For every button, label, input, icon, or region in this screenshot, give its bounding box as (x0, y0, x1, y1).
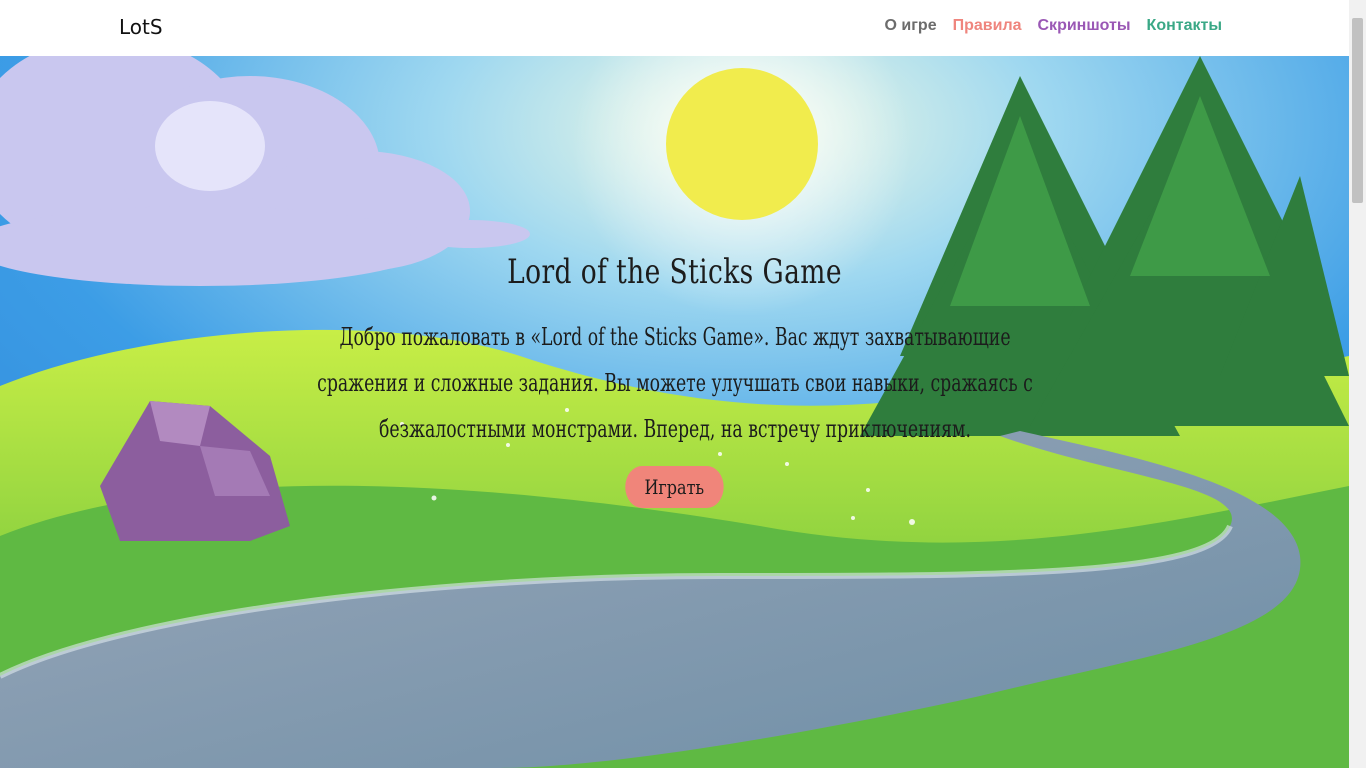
hero-description: Добро пожаловать в «Lord of the Sticks G… (317, 323, 1033, 443)
page-scrollbar[interactable] (1349, 0, 1366, 768)
nav-menu: О игре Правила Скриншоты Контакты (885, 17, 1222, 35)
nav-link-rules[interactable]: Правила (953, 17, 1022, 35)
hero-content: Lord of the Sticks Game Добро пожаловать… (300, 252, 1049, 508)
hero-section: Lord of the Sticks Game Добро пожаловать… (0, 56, 1349, 768)
play-button[interactable]: Играть (625, 466, 724, 508)
scrollbar-thumb[interactable] (1352, 18, 1363, 203)
brand-logo[interactable]: LotS (119, 15, 163, 39)
nav-link-contacts[interactable]: Контакты (1147, 17, 1222, 35)
nav-link-screenshots[interactable]: Скриншоты (1038, 17, 1131, 35)
nav-link-about[interactable]: О игре (885, 17, 937, 35)
navbar: LotS О игре Правила Скриншоты Контакты (0, 0, 1349, 56)
hero-title: Lord of the Sticks Game (507, 252, 842, 292)
